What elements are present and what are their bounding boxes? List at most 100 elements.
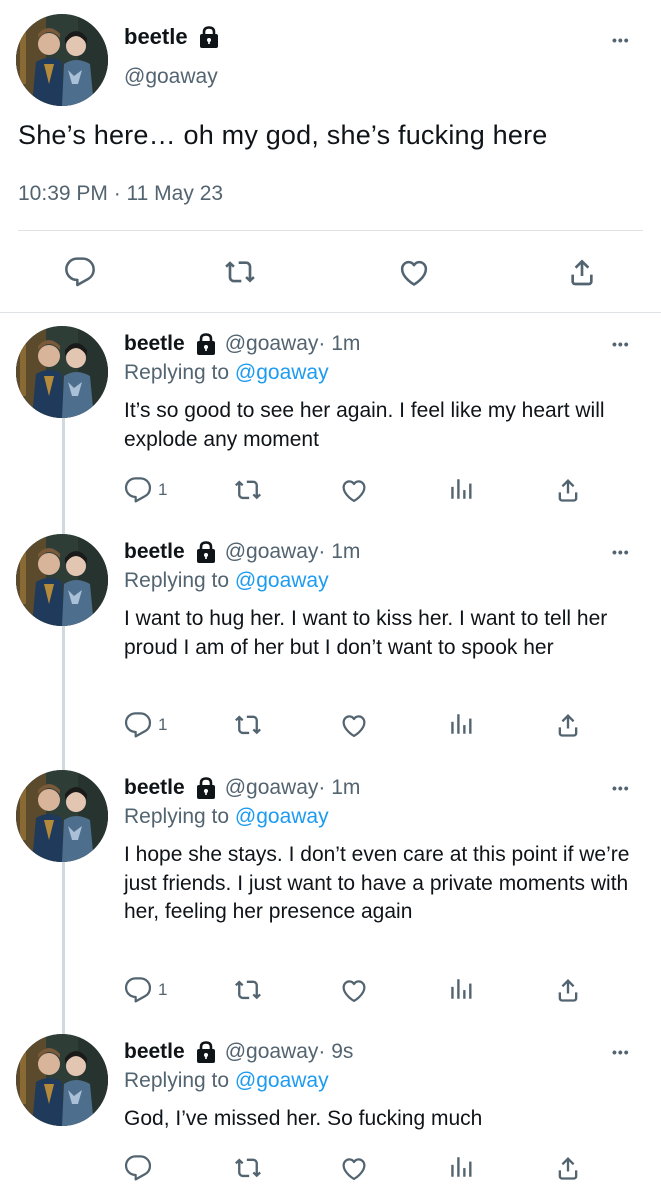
- replying-to: Replying to @goaway: [124, 805, 329, 829]
- avatar[interactable]: [16, 534, 108, 626]
- like-button[interactable]: [340, 976, 368, 1004]
- action-bar: [0, 1152, 661, 1186]
- reply-tweet: beetle @goaway · 1m ••• Replying to @goa…: [0, 526, 661, 762]
- like-button[interactable]: [340, 711, 368, 739]
- replying-to: Replying to @goaway: [124, 361, 329, 385]
- replying-to-label: Replying to: [124, 361, 235, 384]
- retweet-button[interactable]: [234, 976, 262, 1004]
- reply-time[interactable]: · 9s: [318, 1040, 353, 1064]
- retweet-icon: [234, 476, 262, 504]
- lock-icon: [195, 777, 217, 799]
- lock-icon: [195, 1041, 217, 1063]
- reply-button[interactable]: 1: [124, 711, 167, 739]
- mention-link[interactable]: @goaway: [235, 805, 329, 828]
- display-name[interactable]: beetle: [124, 776, 185, 800]
- share-button[interactable]: [554, 476, 582, 504]
- more-icon[interactable]: •••: [612, 780, 630, 796]
- avatar[interactable]: [16, 326, 108, 418]
- like-button[interactable]: [340, 476, 368, 504]
- like-button[interactable]: [340, 1154, 368, 1182]
- share-button[interactable]: [554, 711, 582, 739]
- like-icon: [340, 476, 368, 504]
- main-tweet: beetle @goaway ••• She’s here… oh my god…: [0, 0, 661, 316]
- more-icon[interactable]: •••: [612, 1044, 630, 1060]
- reply-tweet: beetle @goaway · 1m ••• Replying to @goa…: [0, 762, 661, 1026]
- display-name[interactable]: beetle: [124, 24, 188, 50]
- reply-tweet: beetle @goaway · 1m ••• Replying to @goa…: [0, 318, 661, 526]
- avatar[interactable]: [16, 1034, 108, 1126]
- action-bar: 1: [0, 474, 661, 508]
- reply-time[interactable]: · 1m: [318, 776, 360, 800]
- analytics-button[interactable]: [448, 976, 474, 1002]
- retweet-icon: [234, 1154, 262, 1182]
- retweet-button[interactable]: [234, 476, 262, 504]
- reply-time[interactable]: · 1m: [318, 332, 360, 356]
- display-name-row: beetle: [124, 24, 220, 50]
- replying-to-label: Replying to: [124, 569, 235, 592]
- lock-icon: [198, 26, 220, 48]
- reply-button[interactable]: 1: [124, 476, 167, 504]
- reply-icon: [64, 256, 96, 288]
- reply-header: beetle @goaway · 9s: [124, 1040, 353, 1064]
- handle[interactable]: @goaway: [225, 1040, 319, 1064]
- reply-count: 1: [158, 980, 168, 999]
- lock-icon: [195, 333, 217, 355]
- replying-to: Replying to @goaway: [124, 569, 329, 593]
- share-button[interactable]: [566, 256, 598, 288]
- analytics-button[interactable]: [448, 1154, 474, 1180]
- tweet-text: She’s here… oh my god, she’s fucking her…: [18, 120, 548, 150]
- mention-link[interactable]: @goaway: [235, 569, 329, 592]
- retweet-button[interactable]: [224, 256, 256, 288]
- like-icon: [340, 711, 368, 739]
- reply-button[interactable]: [64, 256, 96, 288]
- divider: [18, 230, 643, 231]
- avatar[interactable]: [16, 14, 108, 106]
- handle[interactable]: @goaway: [124, 65, 218, 89]
- like-icon: [340, 1154, 368, 1182]
- like-icon: [340, 976, 368, 1004]
- analytics-icon: [448, 476, 474, 502]
- avatar[interactable]: [16, 770, 108, 862]
- reply-tweet: beetle @goaway · 9s ••• Replying to @goa…: [0, 1026, 661, 1200]
- tweet-timestamp[interactable]: 10:39 PM · 11 May 23: [18, 182, 223, 206]
- avatar-image: [16, 14, 108, 106]
- analytics-button[interactable]: [448, 711, 474, 737]
- mention-link[interactable]: @goaway: [235, 361, 329, 384]
- action-bar: 1: [0, 709, 661, 743]
- analytics-button[interactable]: [448, 476, 474, 502]
- avatar-image: [16, 1034, 108, 1126]
- action-bar: 1: [0, 974, 661, 1008]
- reply-count: 1: [158, 715, 168, 734]
- handle[interactable]: @goaway: [225, 776, 319, 800]
- reply-header: beetle @goaway · 1m: [124, 776, 360, 800]
- reply-icon: [124, 711, 152, 739]
- replying-to: Replying to @goaway: [124, 1069, 329, 1093]
- display-name[interactable]: beetle: [124, 332, 185, 356]
- display-name[interactable]: beetle: [124, 540, 185, 564]
- share-icon: [554, 476, 582, 504]
- share-icon: [566, 256, 598, 288]
- display-name[interactable]: beetle: [124, 1040, 185, 1064]
- reply-button[interactable]: 1: [124, 976, 167, 1004]
- handle[interactable]: @goaway: [225, 332, 319, 356]
- retweet-button[interactable]: [234, 1154, 262, 1182]
- share-button[interactable]: [554, 976, 582, 1004]
- like-button[interactable]: [398, 256, 430, 288]
- analytics-icon: [448, 1154, 474, 1180]
- avatar-image: [16, 326, 108, 418]
- more-icon[interactable]: •••: [612, 544, 630, 560]
- more-icon[interactable]: •••: [612, 32, 630, 48]
- share-button[interactable]: [554, 1154, 582, 1182]
- reply-time[interactable]: · 1m: [318, 540, 360, 564]
- reply-button[interactable]: [124, 1154, 158, 1182]
- share-icon: [554, 711, 582, 739]
- mention-link[interactable]: @goaway: [235, 1069, 329, 1092]
- replying-to-label: Replying to: [124, 805, 235, 828]
- retweet-button[interactable]: [234, 711, 262, 739]
- divider: [0, 312, 661, 313]
- reply-text: I want to hug her. I want to kiss her. I…: [124, 607, 608, 659]
- handle[interactable]: @goaway: [225, 540, 319, 564]
- more-icon[interactable]: •••: [612, 336, 630, 352]
- reply-icon: [124, 476, 152, 504]
- reply-text: God, I’ve missed her. So fucking much: [124, 1107, 483, 1130]
